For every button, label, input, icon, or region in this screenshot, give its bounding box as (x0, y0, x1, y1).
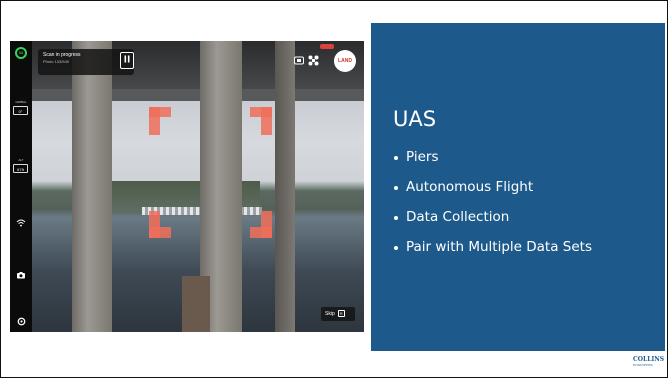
logo-wordmark: COLLINS (633, 356, 665, 363)
gear-icon[interactable] (13, 313, 29, 331)
camera-feed (32, 41, 364, 332)
company-logo: COLLINS ENGINEERS (633, 356, 667, 367)
pier-footing (182, 276, 210, 332)
bullet-item: Piers (393, 149, 592, 179)
bullet-item: Autonomous Flight (393, 179, 592, 209)
bullet-list: Piers Autonomous Flight Data Collection … (393, 149, 592, 269)
drone-app-screenshot: 58 GIMBAL 0° ALT 67ft Scan in progress P… (10, 41, 364, 332)
scan-corner-top-left (149, 107, 160, 135)
pause-icon (124, 55, 130, 63)
logo-subtext: ENGINEERS (633, 363, 653, 367)
bullet-item: Pair with Multiple Data Sets (393, 239, 592, 269)
camera-switch-icon[interactable] (294, 56, 304, 66)
wifi-icon[interactable] (13, 214, 29, 232)
camera-icon[interactable] (13, 266, 29, 284)
battery-indicator: 58 (15, 47, 27, 59)
skip-button[interactable]: Skip R (321, 307, 355, 321)
scan-corner-bottom-right (250, 227, 272, 238)
skip-key-hint: R (337, 310, 345, 317)
slide: 58 GIMBAL 0° ALT 67ft Scan in progress P… (0, 0, 668, 378)
scan-status-subtitle: Photo 133/549 (43, 59, 70, 64)
bridge-pier (275, 41, 295, 332)
pause-button[interactable] (120, 52, 134, 69)
skip-label: Skip (325, 311, 335, 317)
content-panel: UAS Piers Autonomous Flight Data Collect… (371, 23, 665, 351)
left-toolbar: 58 GIMBAL 0° ALT 67ft (10, 41, 32, 332)
scan-status-title: Scan in progress (43, 52, 81, 58)
recording-indicator (320, 44, 334, 49)
drone-icon[interactable] (308, 55, 319, 66)
scan-corner-top-right (261, 107, 272, 135)
altitude-readout: 67ft (13, 164, 28, 173)
scan-corner-bottom-left (149, 227, 171, 238)
slide-title: UAS (393, 107, 437, 131)
land-button[interactable]: LAND (334, 50, 356, 72)
gimbal-label: GIMBAL (15, 100, 27, 104)
gimbal-readout: 0° (13, 106, 28, 115)
bullet-item: Data Collection (393, 209, 592, 239)
bridge-pier (72, 41, 112, 332)
altitude-label: ALT (18, 158, 24, 162)
